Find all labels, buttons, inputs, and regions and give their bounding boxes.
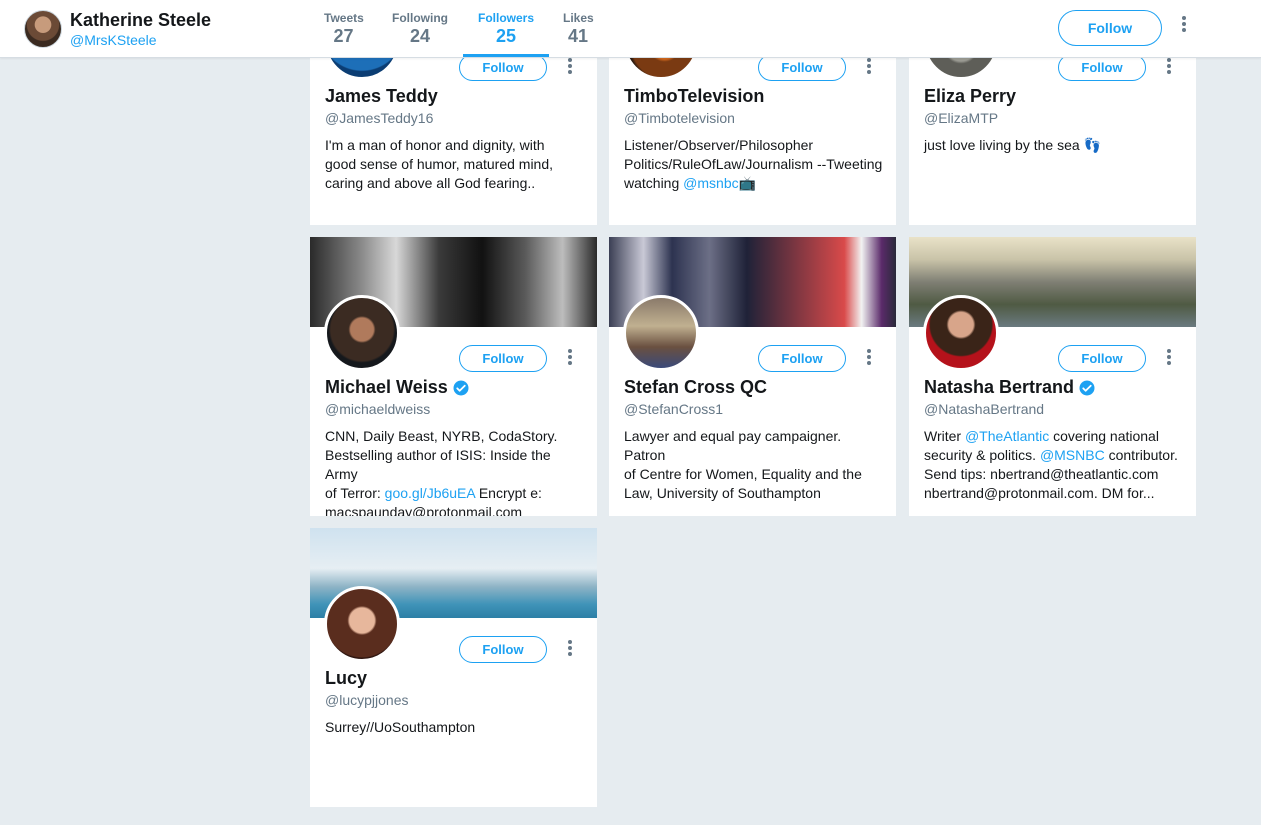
follow-button[interactable]: Follow (1058, 345, 1146, 372)
follower-card[interactable]: Follow Michael Weiss @michaeldweiss CNN,… (310, 237, 597, 516)
stat-label: Tweets (324, 11, 364, 25)
follower-handle[interactable]: @NatashaBertrand (924, 401, 1044, 417)
follower-bio: Writer @TheAtlantic covering national se… (924, 427, 1184, 503)
follower-avatar[interactable] (324, 586, 400, 662)
verified-badge-icon (453, 380, 469, 395)
verified-badge-icon (1079, 380, 1095, 395)
profile-avatar[interactable] (24, 10, 62, 48)
follow-button[interactable]: Follow (1058, 54, 1146, 81)
bio-text: just love living by the sea 👣 (924, 137, 1101, 153)
more-options-icon[interactable] (562, 640, 578, 660)
bio-text: Lawyer and equal pay campaigner. Patron … (624, 428, 862, 501)
follower-handle[interactable]: @ElizaMTP (924, 110, 998, 126)
follower-handle[interactable]: @StefanCross1 (624, 401, 723, 417)
stat-value: 41 (567, 26, 589, 46)
follower-card[interactable]: Follow Lucy @lucypjjones Surrey//UoSouth… (310, 528, 597, 807)
more-options-icon[interactable] (562, 349, 578, 369)
stat-value: 25 (495, 26, 517, 46)
more-options-icon[interactable] (1161, 58, 1177, 78)
follower-name[interactable]: Eliza Perry (924, 86, 1016, 107)
follower-bio: Surrey//UoSouthampton (325, 718, 585, 737)
more-options-icon[interactable] (1176, 16, 1192, 40)
profile-handle[interactable]: @MrsKSteele (70, 32, 157, 48)
follower-name[interactable]: Natasha Bertrand (924, 377, 1096, 398)
follower-handle[interactable]: @Timbotelevision (624, 110, 735, 126)
tab-followers[interactable]: Followers 25 (463, 0, 549, 57)
follower-handle[interactable]: @michaeldweiss (325, 401, 430, 417)
follower-name[interactable]: James Teddy (325, 86, 438, 107)
bio-mention-link[interactable]: @TheAtlantic (965, 428, 1049, 444)
bio-text: I'm a man of honor and dignity, with goo… (325, 137, 554, 191)
follower-avatar[interactable] (923, 295, 999, 371)
follower-bio: CNN, Daily Beast, NYRB, CodaStory. Bests… (325, 427, 585, 516)
bio-mention-link[interactable]: @msnbc (683, 175, 738, 191)
profile-header-bar: Katherine Steele @MrsKSteele Tweets 27 F… (0, 0, 1261, 58)
stat-value: 27 (333, 26, 354, 46)
follower-name[interactable]: Lucy (325, 668, 367, 689)
tab-likes[interactable]: Likes 41 (549, 0, 607, 57)
bio-url-link[interactable]: goo.gl/Jb6uEA (385, 485, 475, 501)
follow-button[interactable]: Follow (459, 636, 547, 663)
follower-name-text[interactable]: Eliza Perry (924, 86, 1016, 107)
stat-label: Following (392, 11, 448, 25)
follow-button[interactable]: Follow (758, 54, 846, 81)
profile-name[interactable]: Katherine Steele (70, 10, 211, 31)
follower-name[interactable]: Michael Weiss (325, 377, 470, 398)
follow-button[interactable]: Follow (459, 54, 547, 81)
follower-name-text[interactable]: Michael Weiss (325, 377, 448, 398)
tab-following[interactable]: Following 24 (377, 0, 463, 57)
follower-bio: Listener/Observer/Philosopher Politics/R… (624, 136, 884, 193)
follower-bio: Lawyer and equal pay campaigner. Patron … (624, 427, 884, 503)
follower-name-text[interactable]: Lucy (325, 668, 367, 689)
follower-avatar[interactable] (324, 295, 400, 371)
bio-text: Surrey//UoSouthampton (325, 719, 476, 735)
follower-name[interactable]: TimboTelevision (624, 86, 764, 107)
tv-emoji: 📺 (738, 175, 757, 191)
profile-follow-button[interactable]: Follow (1058, 10, 1162, 46)
more-options-icon[interactable] (1161, 349, 1177, 369)
follower-handle[interactable]: @JamesTeddy16 (325, 110, 433, 126)
follower-bio: just love living by the sea 👣 (924, 136, 1184, 155)
follower-name-text[interactable]: Stefan Cross QC (624, 377, 767, 398)
follower-name-text[interactable]: Natasha Bertrand (924, 377, 1074, 398)
follow-button[interactable]: Follow (758, 345, 846, 372)
follower-avatar[interactable] (623, 295, 699, 371)
bio-mention-link[interactable]: @MSNBC (1040, 447, 1105, 463)
more-options-icon[interactable] (861, 58, 877, 78)
follower-bio: I'm a man of honor and dignity, with goo… (325, 136, 585, 193)
follow-button[interactable]: Follow (459, 345, 547, 372)
stat-label: Followers (477, 11, 534, 25)
follower-card[interactable]: Follow Natasha Bertrand @NatashaBertrand… (909, 237, 1196, 516)
tab-tweets[interactable]: Tweets 27 (310, 0, 377, 57)
follower-name[interactable]: Stefan Cross QC (624, 377, 767, 398)
more-options-icon[interactable] (861, 349, 877, 369)
follower-name-text[interactable]: James Teddy (325, 86, 438, 107)
follower-card[interactable]: Follow Stefan Cross QC @StefanCross1 Law… (609, 237, 896, 516)
follower-handle[interactable]: @lucypjjones (325, 692, 408, 708)
stat-value: 24 (409, 26, 431, 46)
bio-text: Writer (924, 428, 965, 444)
follower-name-text[interactable]: TimboTelevision (624, 86, 764, 107)
more-options-icon[interactable] (562, 58, 578, 78)
stat-label: Likes (563, 11, 594, 25)
profile-stats-nav: Tweets 27 Following 24 Followers 25 Like… (310, 0, 607, 57)
